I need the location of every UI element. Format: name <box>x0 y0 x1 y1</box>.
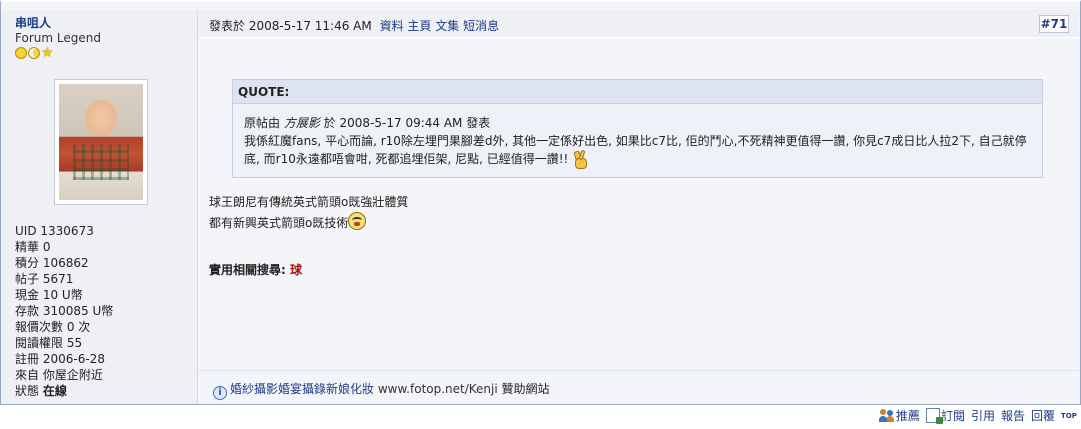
post-actions-bar: 推薦 訂閱 引用 報告 回覆 TOP <box>0 405 1081 429</box>
profile-link[interactable]: 資料 <box>380 19 404 33</box>
post-message: 球王朗尼有傳統英式箭頭o既強壯體質 都有新興英式箭頭o既技術 <box>209 193 408 233</box>
post-body: QUOTE: 原帖由 方展影 於 2008-5-17 09:44 AM 發表 我… <box>199 39 1079 369</box>
related-label: 實用相關搜尋: <box>209 263 286 277</box>
related-link[interactable]: 球 <box>290 263 302 277</box>
homepage-link[interactable]: 主頁 <box>407 19 431 33</box>
pm-link[interactable]: 短消息 <box>463 19 499 33</box>
shocked-face-icon <box>348 212 367 230</box>
stat-read-permission: 閱讀權限 55 <box>15 336 83 350</box>
stat-digest: 精華 0 <box>15 240 51 254</box>
post-actions: 推薦 訂閱 引用 報告 回覆 TOP <box>878 407 1077 424</box>
sponsor-bar: i 婚紗攝影婚宴攝錄新娘化妝 www.fotop.net/Kenji 贊助網站 <box>199 370 1079 402</box>
sponsor-suffix: 贊助網站 <box>501 382 550 396</box>
quote-line-1: 我係紅魔fans, 平心而論, r10除左埋門果腳差d外, 其他一定係好出色, … <box>244 134 1027 148</box>
recommend-button[interactable]: 推薦 <box>878 407 920 424</box>
quote-heading: QUOTE: <box>233 80 1042 104</box>
quote-author: 方展影 <box>283 116 320 130</box>
message-line-1: 球王朗尼有傳統英式箭頭o既強壯體質 <box>209 195 409 209</box>
quote-content: 原帖由 方展影 於 2008-5-17 09:44 AM 發表 我係紅魔fans… <box>233 104 1042 169</box>
moon-icon <box>28 47 40 59</box>
stat-registered: 註冊 2006-6-28 <box>15 352 105 366</box>
rank-icons: ★ <box>15 45 55 61</box>
related-search: 實用相關搜尋: 球 <box>209 261 302 278</box>
post-header: 發表於 2008-5-17 11:46 AM 資料 主頁 文集 短消息 #71 <box>199 10 1079 38</box>
stat-quotes: 報價次數 0 次 <box>15 320 91 334</box>
message-line-2: 都有新興英式箭頭o既技術 <box>209 212 408 233</box>
stat-deposit: 存款 310085 U幣 <box>15 304 114 318</box>
quote-line-2: 底, 而r10永遠都唔會咁, 死都追埋佢架, 尼點, 已經值得一讚!! <box>244 149 1042 169</box>
posted-label: 發表於 <box>209 19 246 33</box>
quote-button[interactable]: 引用 <box>971 407 995 424</box>
stat-posts: 帖子 5671 <box>15 272 74 286</box>
profile-stats: UID 1330673 精華 0 積分 106862 帖子 5671 現金 10… <box>15 223 113 399</box>
avatar <box>59 84 143 200</box>
sponsor-link[interactable]: 婚紗攝影婚宴攝錄新娘化妝 <box>230 382 374 396</box>
author-title: Forum Legend <box>15 31 101 45</box>
subscribe-label[interactable]: 訂閱 <box>941 407 965 424</box>
blog-link[interactable]: 文集 <box>435 19 459 33</box>
author-name-link[interactable]: 串咀人 <box>15 14 51 31</box>
reply-button[interactable]: 回覆 <box>1031 407 1055 424</box>
quote-attribution: 原帖由 方展影 於 2008-5-17 09:44 AM 發表 <box>244 116 491 130</box>
stat-cash: 現金 10 U幣 <box>15 288 83 302</box>
star-icon: ★ <box>41 45 54 61</box>
info-icon: i <box>213 386 227 400</box>
sponsor-line: i 婚紗攝影婚宴攝錄新娘化妝 www.fotop.net/Kenji 贊助網站 <box>213 380 550 400</box>
avatar-frame <box>54 79 148 205</box>
stat-status: 狀態 在線 <box>15 384 67 398</box>
subscribe-doc-icon <box>925 408 943 424</box>
sponsor-url: www.fotop.net/Kenji <box>377 382 498 396</box>
sun-icon <box>15 47 27 59</box>
post-number-link[interactable]: #71 <box>1039 15 1069 33</box>
peace-sign-icon <box>572 149 588 169</box>
author-column: 串咀人 Forum Legend ★ UID 1330673 精華 0 積分 1… <box>1 10 198 404</box>
stat-points: 積分 106862 <box>15 256 89 270</box>
quote-box: QUOTE: 原帖由 方展影 於 2008-5-17 09:44 AM 發表 我… <box>232 79 1043 178</box>
recommend-label[interactable]: 推薦 <box>896 407 920 424</box>
stat-location: 來自 你屋企附近 <box>15 368 103 382</box>
subscribe-button[interactable]: 訂閱 <box>925 407 965 424</box>
people-icon <box>878 408 895 423</box>
posted-time: 2008-5-17 11:46 AM <box>248 19 372 33</box>
stat-uid: UID 1330673 <box>15 224 94 238</box>
report-button[interactable]: 報告 <box>1001 407 1025 424</box>
back-to-top-icon[interactable]: TOP <box>1061 410 1077 422</box>
post-meta: 發表於 2008-5-17 11:46 AM 資料 主頁 文集 短消息 <box>209 17 499 34</box>
